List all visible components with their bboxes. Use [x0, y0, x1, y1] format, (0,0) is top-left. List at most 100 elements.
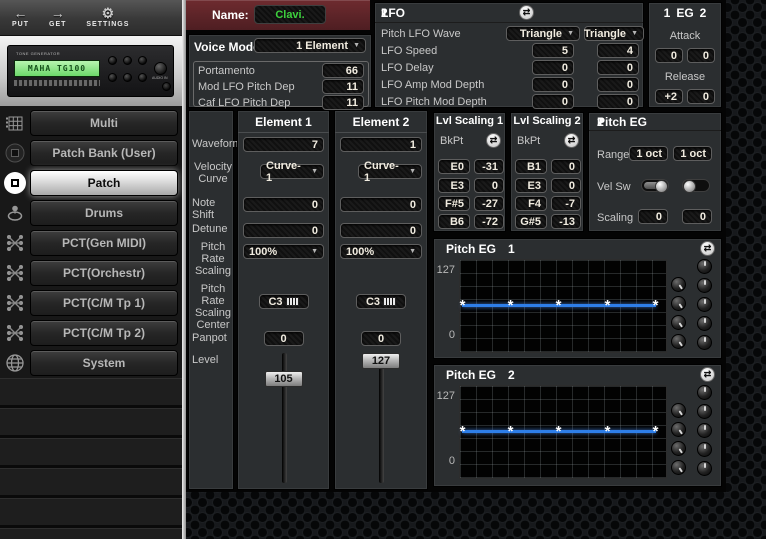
mod-lfo-pitch-dep-field[interactable]: 11 [322, 79, 364, 94]
sync-icon[interactable]: ⇄ [700, 367, 715, 382]
rate-knob[interactable] [671, 296, 686, 311]
element2-level-handle[interactable]: 127 [362, 353, 400, 369]
ls1-bkpt1-offset-field[interactable]: -31 [474, 159, 504, 174]
sidebar-item-label[interactable]: System [30, 350, 178, 376]
rate-knob[interactable] [671, 441, 686, 456]
element2-panpot-field[interactable]: 0 [361, 331, 401, 346]
level-knob[interactable] [697, 423, 712, 438]
eg2-attack-field[interactable]: 0 [687, 48, 715, 63]
lfo1-delay-field[interactable]: 0 [532, 60, 574, 75]
level-knob[interactable] [697, 385, 712, 400]
element1-waveform-field[interactable]: 7 [243, 137, 324, 152]
sidebar-item-patch[interactable]: Patch [0, 168, 182, 198]
level-knob[interactable] [697, 461, 712, 476]
sync-icon[interactable]: ⇄ [519, 5, 534, 20]
ls2-bkpt2-offset-field[interactable]: 0 [551, 178, 581, 193]
sidebar-item-pct-gen-midi[interactable]: PCT(Gen MIDI) [0, 228, 182, 258]
ls1-bkpt2-note-field[interactable]: E3 [438, 178, 470, 193]
eg-point[interactable]: * [506, 298, 515, 313]
ls1-bkpt1-note-field[interactable]: E0 [438, 159, 470, 174]
element1-detune-field[interactable]: 0 [243, 223, 324, 238]
lfo2-wave-dropdown[interactable]: Triangle ▼ [584, 26, 644, 41]
element2-level-slider[interactable]: 127 [335, 351, 427, 489]
eg-point[interactable]: * [651, 298, 660, 313]
pitch-eg2-range-field[interactable]: 1 oct [673, 146, 712, 161]
rate-knob[interactable] [671, 403, 686, 418]
level-knob[interactable] [697, 404, 712, 419]
sync-icon[interactable]: ⇄ [700, 241, 715, 256]
sidebar-item-multi[interactable]: Multi [0, 108, 182, 138]
ls1-bkpt4-note-field[interactable]: B6 [438, 214, 470, 229]
rate-knob[interactable] [671, 315, 686, 330]
lfo1-pitch-mod-field[interactable]: 0 [532, 94, 574, 109]
pitch-eg1-scaling-field[interactable]: 0 [638, 209, 668, 224]
sidebar-item-drums[interactable]: Drums [0, 198, 182, 228]
sidebar-item-pct-cm-tp1[interactable]: PCT(C/M Tp 1) [0, 288, 182, 318]
pitch-eg2-graph[interactable]: * * * * * [459, 385, 667, 479]
get-button[interactable]: → GET [49, 6, 66, 28]
eg-point[interactable]: * [651, 424, 660, 439]
rate-knob[interactable] [671, 460, 686, 475]
eg-point[interactable]: * [554, 424, 563, 439]
sidebar-item-label[interactable]: Patch [30, 170, 178, 196]
eg-point[interactable]: * [603, 424, 612, 439]
sidebar-item-system[interactable]: System [0, 348, 182, 378]
element1-level-handle[interactable]: 105 [264, 371, 303, 387]
voice-mode-dropdown[interactable]: 1 Element ▼ [254, 38, 366, 53]
sidebar-item-label[interactable]: PCT(Gen MIDI) [30, 230, 178, 256]
eg-point[interactable]: * [603, 298, 612, 313]
rate-knob[interactable] [671, 334, 686, 349]
eg-point[interactable]: * [458, 424, 467, 439]
sync-icon[interactable]: ⇄ [486, 133, 501, 148]
sidebar-item-pct-orchestr[interactable]: PCT(Orchestr) [0, 258, 182, 288]
element1-note-shift-field[interactable]: 0 [243, 197, 324, 212]
pitch-eg2-scaling-field[interactable]: 0 [682, 209, 712, 224]
sync-icon[interactable]: ⇄ [564, 133, 579, 148]
settings-button[interactable]: ⚙ SETTINGS [86, 6, 129, 28]
eg-point[interactable]: * [506, 424, 515, 439]
ls2-bkpt1-note-field[interactable]: B1 [515, 159, 547, 174]
level-knob[interactable] [697, 278, 712, 293]
caf-lfo-pitch-dep-field[interactable]: 11 [322, 95, 364, 110]
lfo2-speed-field[interactable]: 4 [597, 43, 639, 58]
element1-panpot-field[interactable]: 0 [263, 331, 304, 346]
ls2-bkpt3-note-field[interactable]: F4 [515, 196, 547, 211]
slider-track[interactable] [379, 353, 384, 483]
lfo2-pitch-mod-field[interactable]: 0 [597, 94, 639, 109]
lfo1-speed-field[interactable]: 5 [532, 43, 574, 58]
pitch-eg2-vel-sw-toggle[interactable] [682, 179, 710, 193]
level-knob[interactable] [697, 316, 712, 331]
eg1-release-field[interactable]: +2 [655, 89, 683, 104]
level-knob[interactable] [697, 259, 712, 274]
pitch-eg1-vel-sw-toggle[interactable] [641, 179, 669, 193]
ls2-bkpt4-offset-field[interactable]: -13 [551, 214, 581, 229]
patch-name-field[interactable]: Clavi. [254, 5, 326, 24]
element1-level-slider[interactable]: 105 [238, 351, 329, 489]
lfo2-delay-field[interactable]: 0 [597, 60, 639, 75]
pitch-eg1-range-field[interactable]: 1 oct [629, 146, 668, 161]
sidebar-item-label[interactable]: Drums [30, 200, 178, 226]
eg1-attack-field[interactable]: 0 [655, 48, 683, 63]
element2-scaling-center-field[interactable]: C3 [356, 294, 406, 309]
lfo1-amp-mod-field[interactable]: 0 [532, 77, 574, 92]
portamento-field[interactable]: 66 [322, 63, 364, 78]
element2-note-shift-field[interactable]: 0 [340, 197, 422, 212]
put-button[interactable]: ← PUT [12, 6, 29, 28]
pitch-eg1-graph[interactable]: * * * * * [459, 259, 667, 353]
level-knob[interactable] [697, 442, 712, 457]
eg2-release-field[interactable]: 0 [687, 89, 715, 104]
eg-point[interactable]: * [554, 298, 563, 313]
element2-velocity-curve-dropdown[interactable]: Curve-1 ▼ [358, 160, 422, 184]
sidebar-item-label[interactable]: PCT(C/M Tp 2) [30, 320, 178, 346]
sidebar-item-label[interactable]: PCT(C/M Tp 1) [30, 290, 178, 316]
element2-pitch-rate-scaling-dropdown[interactable]: 100% ▼ [340, 244, 422, 259]
eg-point[interactable]: * [458, 298, 467, 313]
element2-detune-field[interactable]: 0 [340, 223, 422, 238]
sidebar-item-patch-bank[interactable]: Patch Bank (User) [0, 138, 182, 168]
rate-knob[interactable] [671, 422, 686, 437]
ls1-bkpt3-note-field[interactable]: F#5 [438, 196, 470, 211]
sidebar-item-label[interactable]: PCT(Orchestr) [30, 260, 178, 286]
ls1-bkpt2-offset-field[interactable]: 0 [474, 178, 504, 193]
ls1-bkpt3-offset-field[interactable]: -27 [474, 196, 504, 211]
ls2-bkpt3-offset-field[interactable]: -7 [551, 196, 581, 211]
